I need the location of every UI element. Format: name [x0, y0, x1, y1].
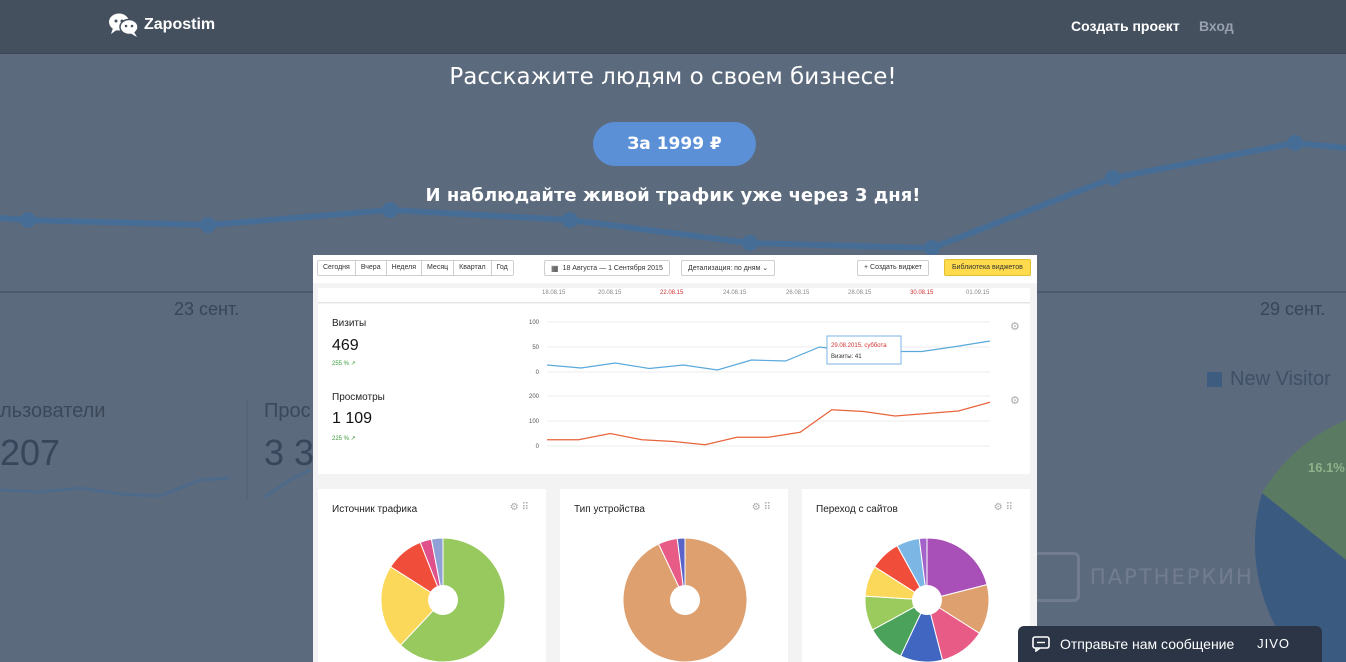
views-y-tick: 100 [529, 419, 540, 425]
logo-text: Zapostim [144, 16, 216, 33]
bg-axis-label-left: 23 сент. [174, 299, 240, 319]
widget-referrers: Переход с сайтов ⚙⠿ [802, 489, 1030, 662]
visits-settings-gear-icon[interactable]: ⚙ [1010, 320, 1020, 333]
hero-subtitle: И наблюдайте живой трафик уже через 3 дн… [425, 185, 921, 206]
period-quarter[interactable]: Квартал [454, 261, 492, 275]
plus-icon: + [864, 264, 869, 271]
bg-legend-swatch [1207, 372, 1222, 387]
hero-title: Расскажите людям о своем бизнесе! [449, 64, 897, 90]
timeline-label: 26.08.15 [786, 290, 810, 296]
traffic-source-pie [380, 537, 506, 662]
chat-brand: JIVO [1257, 636, 1290, 651]
create-widget-button[interactable]: + Создать виджет [857, 260, 929, 276]
bg-views-label: Прос [264, 400, 311, 422]
bg-views-value: 3 3 [264, 432, 315, 473]
login-link[interactable]: Вход [1199, 18, 1234, 34]
date-range-text: 18 Августа — 1 Сентября 2015 [562, 264, 663, 272]
detail-dropdown[interactable]: Детализация: по дням ⌄ [681, 260, 776, 276]
bg-axis-label-right: 29 сент. [1260, 299, 1326, 319]
visits-tooltip-date: 29.08.2015, суббота [831, 343, 887, 349]
bg-users-label: льзователи [0, 400, 106, 422]
timeline-label: 01.09.15 [966, 290, 990, 296]
timeline-label: 28.08.15 [848, 290, 872, 296]
visits-tooltip: 29.08.2015, суббота Визиты: 41 [826, 335, 902, 365]
logo-link[interactable]: Zapostim [108, 12, 215, 38]
create-project-link[interactable]: Создать проект [1071, 18, 1180, 34]
views-series-line [547, 401, 991, 446]
timeline-label: 22.08.15 [660, 290, 684, 296]
date-timeline[interactable]: 18.08.15 20.08.15 22.08.15 24.08.15 26.0… [318, 288, 1030, 303]
pie-hole [912, 585, 942, 615]
period-week[interactable]: Неделя [386, 261, 423, 275]
period-year[interactable]: Год [491, 261, 513, 275]
message-icon [1032, 636, 1050, 652]
widget-device-type: Тип устройства ⚙⠿ [560, 489, 788, 662]
device-type-pie [622, 537, 748, 662]
top-navbar: Zapostim Создать проект Вход [0, 0, 1346, 54]
dashboard-preview: Сегодня Вчера Неделя Месяц Квартал Год ▦… [313, 255, 1037, 662]
widget-traffic-source: Источник трафика ⚙⠿ [318, 489, 546, 662]
pie-hole [670, 585, 700, 615]
watermark-logo-icon [1030, 552, 1080, 602]
pie-hole [428, 585, 458, 615]
visits-y-tick: 50 [532, 345, 539, 351]
chat-bubbles-logo-icon [109, 13, 139, 37]
timeline-label: 18.08.15 [542, 290, 566, 296]
date-range-picker[interactable]: ▦ 18 Августа — 1 Сентября 2015 [544, 260, 670, 276]
chat-widget[interactable]: Отправьте нам сообщение JIVO [1018, 626, 1322, 662]
watermark: ПАРТНЕРКИН [1030, 552, 1254, 602]
widget-library-button[interactable]: Библиотека виджетов [944, 259, 1031, 276]
period-today[interactable]: Сегодня [318, 261, 356, 275]
chevron-down-icon: ⌄ [762, 265, 769, 272]
visits-y-tick: 100 [529, 320, 540, 326]
bg-pie-percent: 16.1% [1308, 460, 1345, 475]
metrics-line-charts: 100 50 0 200 100 0 29.08.2015, суббота Визиты: … [529, 320, 991, 450]
dashboard-toolbar: Сегодня Вчера Неделя Месяц Квартал Год ▦… [313, 255, 1037, 283]
watermark-text: ПАРТНЕРКИН [1090, 565, 1254, 589]
bg-legend: New Visitor [1207, 368, 1331, 391]
price-cta-button[interactable]: За 1999 ₽ [593, 122, 756, 166]
timeline-label: 24.08.15 [723, 290, 747, 296]
period-selector: Сегодня Вчера Неделя Месяц Квартал Год [317, 260, 514, 276]
visits-y-tick: 0 [536, 370, 540, 376]
bg-legend-label: New Visitor [1230, 368, 1331, 390]
referrers-pie [864, 537, 990, 662]
views-settings-gear-icon[interactable]: ⚙ [1010, 394, 1020, 407]
visits-series-line [546, 340, 991, 371]
chat-label: Отправьте нам сообщение [1060, 636, 1235, 652]
visits-tooltip-value: Визиты: 41 [831, 354, 862, 360]
bg-users-value: 207 [0, 432, 61, 473]
period-yesterday[interactable]: Вчера [355, 261, 387, 275]
timeline-label: 30.08.15 [910, 290, 934, 296]
metrics-card: Визиты 469 255 % ↗ Просмотры 1 109 225 %… [318, 304, 1030, 474]
create-widget-label: Создать виджет [870, 264, 922, 271]
views-y-tick: 200 [529, 394, 540, 400]
detail-text: Детализация: по дням [688, 265, 761, 272]
views-y-tick: 0 [536, 444, 540, 450]
calendar-icon: ▦ [551, 263, 559, 273]
period-month[interactable]: Месяц [422, 261, 455, 275]
timeline-label: 20.08.15 [598, 290, 622, 296]
